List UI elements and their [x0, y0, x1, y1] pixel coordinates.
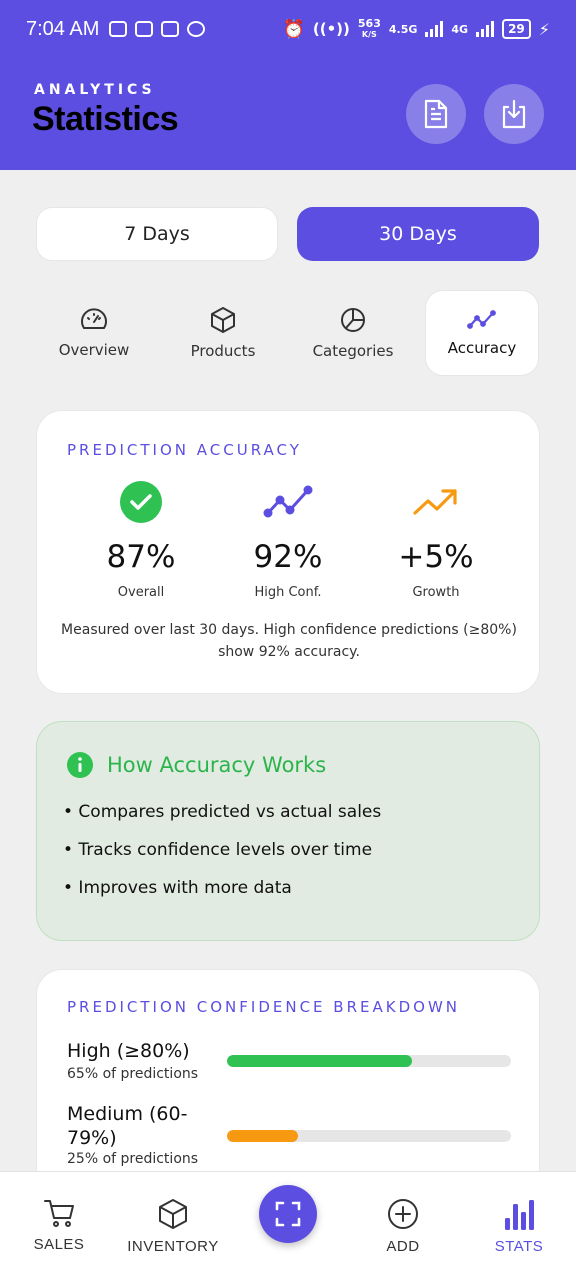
breakdown-medium-sub: 25% of predictions [67, 1151, 199, 1167]
range-30-days[interactable]: 30 Days [297, 207, 539, 261]
plus-circle-icon [388, 1199, 418, 1229]
nav-inventory-label: INVENTORY [127, 1238, 219, 1255]
metric-overall: 87% Overall [66, 481, 216, 600]
breakdown-high-bar [227, 1055, 511, 1067]
status-bar: 7:04 AM ⏰ ((•)) 563 K/S 4.5G 4G 29 ⚡ [0, 0, 576, 58]
nav-inventory[interactable]: INVENTORY [118, 1198, 228, 1255]
breakdown-label: PREDICTION CONFIDENCE BREAKDOWN [67, 998, 460, 1016]
tab-accuracy-label: Accuracy [447, 339, 517, 357]
metric-high-confidence-label: High Conf. [254, 585, 322, 600]
range-7-days[interactable]: 7 Days [36, 207, 278, 261]
metric-overall-label: Overall [117, 585, 165, 600]
breakdown-high-sub: 65% of predictions [67, 1066, 199, 1082]
accuracy-note: Measured over last 30 days. High confide… [61, 622, 517, 660]
charging-icon: ⚡ [538, 19, 550, 39]
network-type-1: 4.5G [388, 22, 418, 36]
net-speed: 563 [357, 17, 381, 30]
metric-growth-value: +5% [398, 539, 474, 575]
nav-sales[interactable]: SALES [4, 1198, 114, 1253]
network-type-2: 4G [451, 22, 469, 36]
net-unit: K/S [361, 30, 377, 39]
scan-icon [275, 1201, 301, 1227]
settings-icon [187, 21, 206, 37]
trend-line-icon [467, 310, 496, 329]
metric-high-confidence: 92% High Conf. [213, 481, 363, 600]
bar-chart-icon [505, 1200, 534, 1230]
header-eyebrow: ANALYTICS [34, 82, 156, 98]
document-icon [424, 99, 448, 129]
accuracy-card-label: PREDICTION ACCURACY [67, 441, 302, 459]
info-icon [67, 752, 93, 778]
info-bullet: • Tracks confidence levels over time [63, 840, 373, 860]
download-icon [502, 99, 526, 129]
nav-add[interactable]: ADD [348, 1198, 458, 1255]
box-icon [211, 307, 235, 333]
scan-button[interactable] [259, 1185, 317, 1243]
page-title: Statistics [32, 100, 179, 138]
breakdown-medium-label: Medium (60-79%) [67, 1103, 188, 1149]
hotspot-icon: ((•)) [312, 20, 350, 38]
tab-products[interactable]: Products [166, 290, 280, 376]
metric-overall-value: 87% [106, 539, 176, 575]
tab-overview[interactable]: Overview [37, 290, 151, 376]
gauge-icon [81, 308, 107, 329]
breakdown-medium-fill [227, 1130, 298, 1142]
alarm-icon: ⏰ [282, 18, 305, 40]
app-icon [161, 21, 180, 37]
accuracy-card: PREDICTION ACCURACY 87% Overall 92% High… [36, 410, 540, 694]
nav-stats-label: STATS [494, 1238, 544, 1255]
battery-level: 29 [502, 19, 531, 39]
info-bullet: • Compares predicted vs actual sales [63, 802, 382, 822]
tab-products-label: Products [190, 342, 256, 360]
report-button[interactable] [406, 84, 466, 144]
metric-high-confidence-value: 92% [253, 539, 323, 575]
breakdown-medium-bar [227, 1130, 511, 1142]
nav-sales-label: SALES [33, 1236, 85, 1253]
check-circle-icon [120, 481, 162, 523]
pie-icon [341, 308, 365, 332]
tab-categories-label: Categories [312, 342, 394, 360]
trending-up-icon [413, 489, 457, 515]
trend-line-icon [263, 485, 313, 518]
info-bullet: • Improves with more data [63, 878, 292, 898]
tab-categories[interactable]: Categories [296, 290, 410, 376]
nav-stats[interactable]: STATS [464, 1198, 574, 1255]
signal-icon [425, 21, 444, 37]
breakdown-high-label: High (≥80%) [67, 1040, 190, 1062]
nav-add-label: ADD [386, 1238, 420, 1255]
breakdown-high-fill [227, 1055, 412, 1067]
cart-icon [44, 1200, 74, 1227]
box-icon [159, 1199, 187, 1229]
status-time: 7:04 AM [26, 17, 100, 40]
info-title: How Accuracy Works [107, 753, 327, 777]
metric-growth: +5% Growth [361, 481, 511, 600]
tab-overview-label: Overview [58, 341, 130, 359]
mail-icon [109, 21, 128, 37]
signal-icon-2 [476, 21, 495, 37]
app-header: 7:04 AM ⏰ ((•)) 563 K/S 4.5G 4G 29 ⚡ ANA… [0, 0, 576, 170]
tab-accuracy[interactable]: Accuracy [425, 290, 539, 376]
notification-icon [135, 21, 154, 37]
download-button[interactable] [484, 84, 544, 144]
how-accuracy-works-card: How Accuracy Works • Compares predicted … [36, 721, 540, 941]
metric-growth-label: Growth [412, 585, 460, 600]
